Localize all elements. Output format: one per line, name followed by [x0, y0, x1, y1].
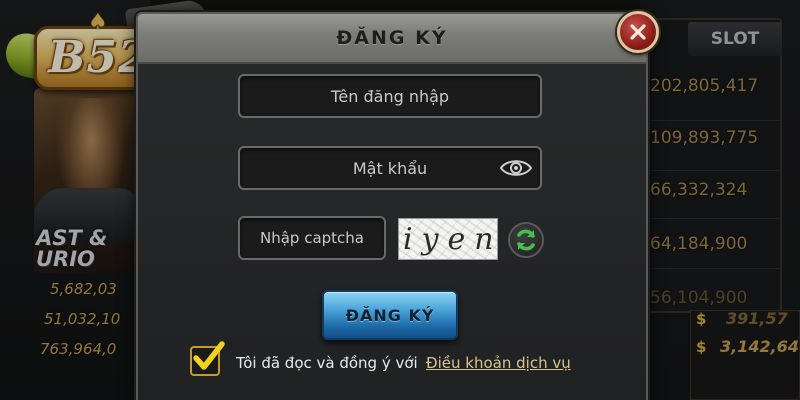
- username-field[interactable]: Tên đăng nhập: [238, 74, 542, 118]
- register-submit-button[interactable]: ĐĂNG KÝ: [322, 290, 458, 340]
- captcha-image: iyen: [398, 218, 498, 260]
- checkmark-icon: [193, 341, 225, 370]
- captcha-code: iyen: [403, 222, 498, 257]
- refresh-captcha-button[interactable]: [508, 222, 544, 258]
- close-button[interactable]: [617, 11, 659, 53]
- username-placeholder: Tên đăng nhập: [330, 86, 450, 106]
- password-placeholder: Mật khẩu: [352, 158, 428, 178]
- refresh-icon: [517, 229, 535, 251]
- eye-icon: [499, 160, 533, 176]
- captcha-placeholder: Nhập captcha: [260, 229, 364, 247]
- captcha-field[interactable]: Nhập captcha: [238, 216, 386, 260]
- terms-of-service-link[interactable]: Điều khoản dịch vụ: [426, 354, 571, 372]
- agree-text: Tôi đã đọc và đồng ý với: [236, 354, 418, 372]
- terms-checkbox[interactable]: [190, 341, 225, 376]
- submit-label: ĐĂNG KÝ: [345, 305, 435, 325]
- dialog-header: ĐĂNG KÝ: [138, 14, 646, 64]
- dialog-title: ĐĂNG KÝ: [336, 27, 448, 49]
- close-icon: [630, 24, 646, 40]
- show-password-button[interactable]: [496, 154, 536, 182]
